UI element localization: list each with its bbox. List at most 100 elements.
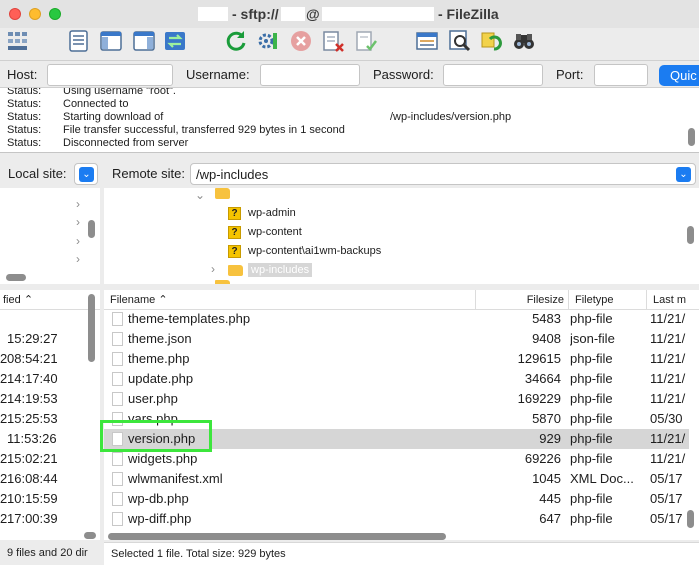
local-site-path[interactable]: ⌄ <box>74 163 98 185</box>
title-at: @ <box>306 6 320 22</box>
local-tree-hscrollbar[interactable] <box>6 274 26 281</box>
remote-tree-icon[interactable] <box>131 28 157 54</box>
minimize-window-button[interactable] <box>29 8 41 20</box>
local-row[interactable]: 214:17:40 <box>0 369 58 389</box>
local-row[interactable]: 216:08:44 <box>0 469 58 489</box>
title-protocol: - sftp:// <box>232 6 279 22</box>
local-status: 9 files and 20 dir <box>0 542 100 565</box>
remote-list-hscrollbar[interactable] <box>108 533 446 540</box>
compare-directories-icon[interactable] <box>447 28 473 54</box>
folder-icon <box>215 280 230 284</box>
remote-tree-scrollbar[interactable] <box>687 226 694 244</box>
folder-icon <box>228 264 243 276</box>
chevron-right-icon[interactable]: › <box>76 215 80 229</box>
host-input[interactable] <box>47 64 173 86</box>
chevron-right-icon[interactable]: › <box>76 197 80 211</box>
quickconnect-button[interactable]: Quic <box>659 65 699 86</box>
refresh-icon[interactable] <box>223 28 249 54</box>
tree-item-wp-admin[interactable]: ? wp-admin <box>228 204 296 222</box>
chevron-down-icon: ⌄ <box>676 167 691 182</box>
folder-icon <box>215 188 230 199</box>
local-row[interactable]: 11:53:26 <box>0 429 57 449</box>
local-list-scrollbar[interactable] <box>88 294 95 362</box>
local-row[interactable]: 215:25:53 <box>0 409 58 429</box>
cancel-icon[interactable] <box>288 28 314 54</box>
search-remote-files-icon[interactable] <box>511 28 537 54</box>
local-tree-icon[interactable] <box>98 28 124 54</box>
tree-item-wp-content[interactable]: ? wp-content <box>228 223 302 241</box>
site-manager-icon[interactable] <box>5 28 31 54</box>
chevron-down-icon[interactable]: ⌄ <box>195 188 205 202</box>
redacted-site-name <box>198 7 228 21</box>
unknown-folder-icon: ? <box>228 244 241 258</box>
chevron-right-icon[interactable]: › <box>76 252 80 266</box>
local-file-list[interactable]: fied ⌃ 15:29:27 208:54:21 214:17:40 214:… <box>0 290 100 540</box>
log-row: Status: Starting download of/wp-includes/… <box>7 111 512 123</box>
toolbar <box>0 28 699 60</box>
local-row[interactable]: 215:02:21 <box>0 449 58 469</box>
zoom-window-button[interactable] <box>49 8 61 20</box>
close-window-button[interactable] <box>9 8 21 20</box>
disconnect-icon[interactable] <box>320 28 346 54</box>
file-row[interactable]: wlwmanifest.xml 1045 XML Doc... 05/17 <box>104 469 689 489</box>
username-input[interactable] <box>260 64 360 86</box>
file-row[interactable]: wp-diff.php 647 php-file 05/17 <box>104 509 689 529</box>
redacted-host <box>322 7 434 21</box>
remote-status: Selected 1 file. Total size: 929 bytes <box>104 542 699 565</box>
local-row[interactable]: 214:19:53 <box>0 389 58 409</box>
file-icon <box>112 392 123 406</box>
port-input[interactable] <box>594 64 648 86</box>
remote-tree[interactable]: ⌄ ? wp-admin ? wp-content ? wp-content\ai1w… <box>104 188 699 284</box>
column-header-filetype[interactable]: Filetype <box>569 290 647 310</box>
process-queue-icon[interactable] <box>255 28 281 54</box>
log-row: Status: Disconnected from server <box>7 137 189 149</box>
file-row[interactable]: theme.json 9408 json-file 11/21/ <box>104 329 689 349</box>
file-row[interactable]: theme-templates.php 5483 php-file 11/21/ <box>104 309 689 329</box>
reconnect-icon[interactable] <box>353 28 379 54</box>
chevron-right-icon[interactable]: › <box>211 262 215 276</box>
local-tree[interactable]: › › › › <box>0 188 100 284</box>
transfer-queue-icon[interactable] <box>162 28 188 54</box>
local-row[interactable]: 15:29:27 <box>0 329 58 349</box>
file-icon <box>112 472 123 486</box>
redacted-username <box>281 7 305 21</box>
column-header-last-modified[interactable]: Last m <box>647 290 699 310</box>
local-row[interactable]: 217:00:39 <box>0 509 58 529</box>
file-icon <box>112 492 123 506</box>
tree-item-ai1wm-backups[interactable]: ? wp-content\ai1wm-backups <box>228 242 381 260</box>
file-row[interactable]: theme.php 129615 php-file 11/21/ <box>104 349 689 369</box>
chevron-right-icon[interactable]: › <box>76 234 80 248</box>
tree-item-wp-includes[interactable]: wp-includes <box>228 261 313 279</box>
synchronized-browsing-icon[interactable] <box>479 28 505 54</box>
file-row[interactable]: user.php 169229 php-file 11/21/ <box>104 389 689 409</box>
remote-site-path[interactable]: /wp-includes ⌄ <box>190 163 696 185</box>
file-icon <box>112 332 123 346</box>
password-label: Password: <box>373 67 434 82</box>
column-header-filesize[interactable]: Filesize <box>476 290 569 310</box>
log-scrollbar[interactable] <box>688 128 695 146</box>
highlight-box <box>100 420 212 452</box>
password-input[interactable] <box>443 64 543 86</box>
directory-listing-filters-icon[interactable] <box>414 28 440 54</box>
filezilla-window: - sftp:// @ - FileZilla Host: Username: … <box>0 0 699 565</box>
column-header-filename[interactable]: Filename ⌃ <box>104 290 476 310</box>
local-list-header: fied ⌃ <box>0 290 100 310</box>
local-row[interactable]: 210:15:59 <box>0 489 58 509</box>
column-header-modified[interactable]: fied ⌃ <box>0 290 84 310</box>
sort-ascending-icon: ⌃ <box>158 294 168 306</box>
file-icon <box>112 312 123 326</box>
title-app: - FileZilla <box>438 6 499 22</box>
local-site-bar: Local site: ⌄ <box>0 156 101 190</box>
remote-path-value: /wp-includes <box>196 167 269 182</box>
local-list-hscrollbar[interactable] <box>84 532 96 539</box>
file-row[interactable]: wp-db.php 445 php-file 05/17 <box>104 489 689 509</box>
remote-file-list[interactable]: Filename ⌃ Filesize Filetype Last m them… <box>104 290 699 540</box>
file-row[interactable]: update.php 34664 php-file 11/21/ <box>104 369 689 389</box>
local-row[interactable]: 208:54:21 <box>0 349 58 369</box>
message-log-icon[interactable] <box>66 28 92 54</box>
file-row[interactable]: widgets.php 69226 php-file 11/21/ <box>104 449 689 469</box>
unknown-folder-icon: ? <box>228 206 241 220</box>
local-tree-scrollbar[interactable] <box>88 220 95 238</box>
remote-list-scrollbar[interactable] <box>687 510 694 528</box>
log-row: Status: File transfer successful, transfe… <box>7 124 345 136</box>
